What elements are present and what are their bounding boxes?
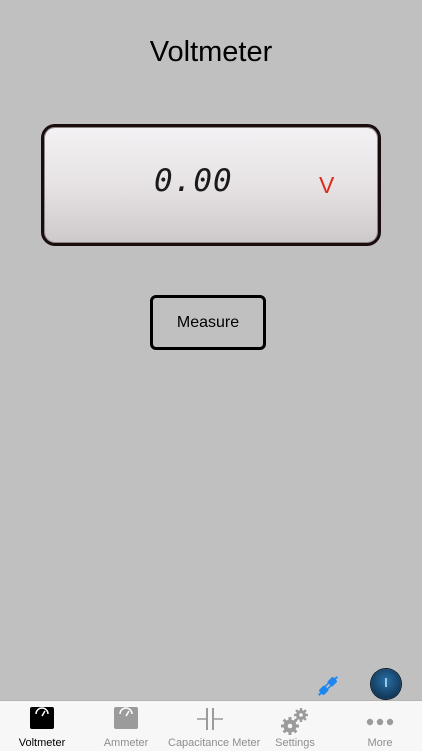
tab-bar: Voltmeter Ammeter Capacitance Meter Sett… — [0, 700, 422, 751]
tab-settings[interactable]: Settings — [252, 701, 338, 751]
dial-needle — [385, 678, 387, 687]
more-dots-icon — [366, 713, 394, 731]
measure-button[interactable]: Measure — [150, 295, 266, 350]
voltmeter-icon — [30, 707, 54, 734]
status-dial-icon[interactable] — [371, 669, 401, 699]
ammeter-icon — [114, 707, 138, 734]
tab-more[interactable]: More — [338, 701, 422, 751]
tab-label: More — [367, 737, 393, 749]
tab-label: Voltmeter — [18, 737, 66, 749]
tab-ammeter[interactable]: Ammeter — [84, 701, 168, 751]
tab-voltmeter[interactable]: Voltmeter — [0, 701, 84, 751]
tab-label: Settings — [275, 737, 315, 749]
tab-capacitance-meter[interactable]: Capacitance Meter — [168, 701, 261, 751]
tab-label: Capacitance Meter — [168, 737, 261, 749]
capacitor-icon — [197, 707, 223, 736]
voltage-reading: 0.00 — [154, 163, 233, 199]
tab-label: Ammeter — [103, 737, 149, 749]
page-title: Voltmeter — [149, 36, 273, 68]
plug-connect-icon[interactable] — [314, 672, 342, 700]
meter-display: 0.00 V — [41, 124, 381, 246]
unit-label: V — [319, 172, 335, 198]
